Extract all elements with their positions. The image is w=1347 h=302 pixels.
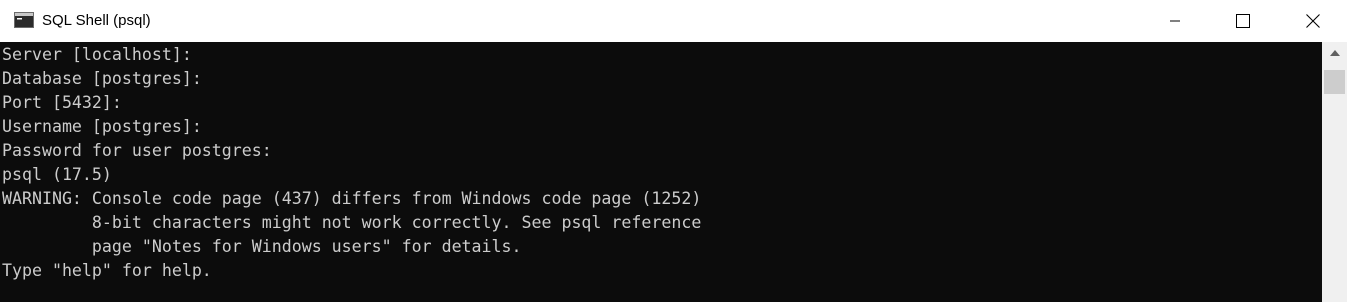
console-line-port: Port [5432]: (2, 93, 122, 112)
chevron-up-icon (1329, 50, 1340, 56)
maximize-icon (1236, 14, 1250, 28)
console-output[interactable]: Server [localhost]: Database [postgres]:… (0, 42, 1322, 302)
scroll-thumb[interactable] (1324, 70, 1345, 94)
console-line-warning-cont-2: page "Notes for Windows users" for detai… (2, 237, 522, 256)
console-line-version: psql (17.5) (2, 165, 112, 184)
window-title: SQL Shell (psql) (42, 12, 151, 29)
title-bar[interactable]: SQL Shell (psql) (0, 0, 1347, 42)
console-line-username: Username [postgres]: (2, 117, 202, 136)
close-icon (1306, 14, 1320, 28)
console-app-icon (14, 12, 34, 28)
psql-window: SQL Shell (psql) Server [localhost]: Dat… (0, 0, 1347, 302)
console-line-help: Type "help" for help. (2, 261, 212, 280)
scroll-up-button[interactable] (1322, 42, 1347, 64)
console-line-warning-cont-1: 8-bit characters might not work correctl… (2, 213, 702, 232)
console-line-password: Password for user postgres: (2, 141, 272, 160)
maximize-button[interactable] (1220, 0, 1266, 42)
vertical-scrollbar[interactable] (1322, 42, 1347, 302)
minimize-icon (1170, 20, 1180, 22)
minimize-button[interactable] (1152, 0, 1198, 42)
console-line-server: Server [localhost]: (2, 45, 192, 64)
close-button[interactable] (1290, 0, 1336, 42)
console-line-warning: WARNING: Console code page (437) differs… (2, 189, 702, 208)
console-line-database: Database [postgres]: (2, 69, 202, 88)
